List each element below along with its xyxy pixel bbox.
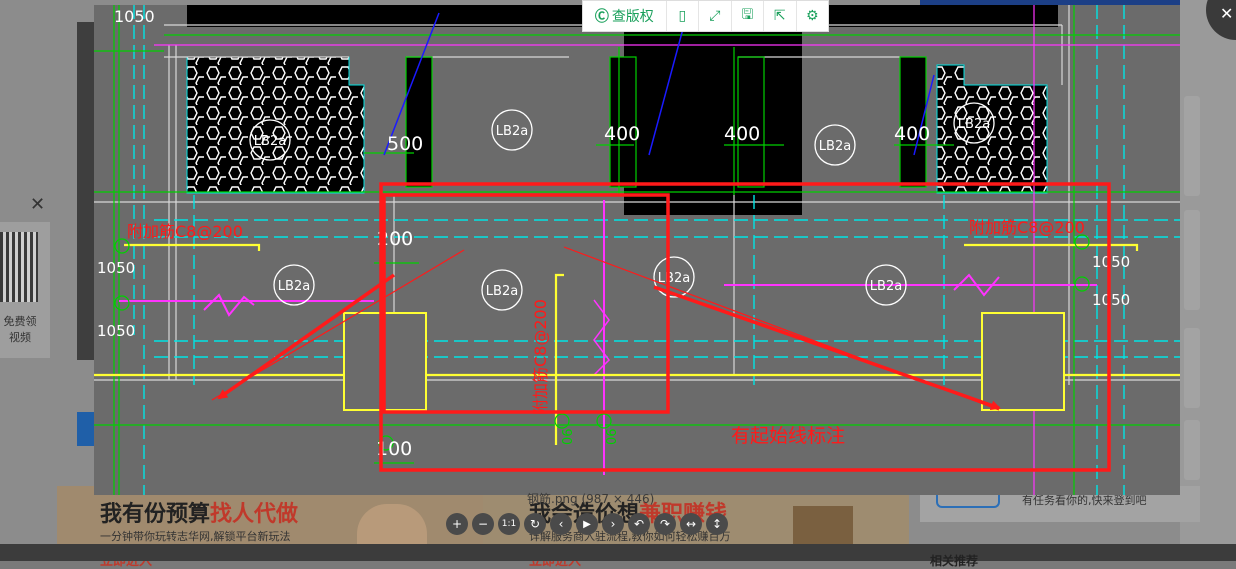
- qr-text: 免费领视频: [3, 315, 37, 344]
- zoom-in-button[interactable]: +: [446, 513, 468, 535]
- slab-label: LB2a: [486, 284, 518, 299]
- rebar-note: 附加筋C8@200: [531, 299, 550, 415]
- dim-text: 400: [894, 123, 930, 145]
- dim-text: 1050: [1092, 253, 1130, 271]
- dim-text: 400: [604, 123, 640, 145]
- play-icon: ▶: [583, 518, 591, 530]
- qr-code-icon: [0, 232, 38, 302]
- slab-label: LB2a: [958, 117, 990, 132]
- qr-close-icon[interactable]: ✕: [30, 194, 45, 215]
- right-card: [1184, 328, 1200, 408]
- undo-icon: ↶: [633, 517, 645, 531]
- rebar-note: 附加筋C8@200: [969, 218, 1085, 237]
- flip-horizontal-button[interactable]: ↔: [680, 513, 702, 535]
- rotate-icon: ↻: [529, 517, 541, 531]
- zoom-out-icon: −: [477, 517, 489, 531]
- undo-button[interactable]: ↶: [628, 513, 650, 535]
- right-card: [1184, 420, 1200, 480]
- hatched-region-left: [186, 56, 365, 194]
- dim-text: 1050: [97, 322, 135, 340]
- flip-vertical-icon: ↕: [711, 517, 723, 531]
- right-card: [1184, 96, 1200, 196]
- left-dark-strip: [77, 22, 95, 360]
- copyright-button[interactable]: Ⓒ 查版权: [583, 1, 667, 31]
- slab-label: LB2a: [496, 124, 528, 139]
- close-icon[interactable]: ✕: [1220, 4, 1233, 23]
- cad-drawing: LB2a LB2a LB2a LB2a LB2a LB2a LB2a LB2a …: [94, 5, 1180, 495]
- zoom-out-button[interactable]: −: [472, 513, 494, 535]
- flip-horizontal-icon: ↔: [685, 517, 697, 531]
- shaft-opening: [624, 25, 802, 215]
- save-icon: 🖫: [741, 7, 754, 23]
- zoom-in-icon: +: [451, 517, 463, 531]
- ad-subtitle: 一分钟带你玩转志华网,解锁平台新玩法: [100, 530, 291, 543]
- markup-annotation: 有起始线标注: [731, 425, 845, 447]
- slab-label: LB2a: [278, 279, 310, 294]
- copyright-icon: Ⓒ: [594, 9, 609, 25]
- dim-text: 400: [724, 123, 760, 145]
- fullscreen-button[interactable]: ⤢: [699, 1, 732, 31]
- slab-label: LB2a: [254, 134, 286, 149]
- previous-icon: ‹: [558, 517, 564, 531]
- rotate-button[interactable]: ↻: [524, 513, 546, 535]
- slab-label: LB2a: [870, 279, 902, 294]
- dim-text: 1050: [1092, 291, 1130, 309]
- settings-button[interactable]: ⚙: [797, 1, 828, 31]
- redo-icon: ↷: [659, 517, 671, 531]
- viewer-toolbar: Ⓒ 查版权 ▯ ⤢ 🖫 ⇱ ⚙: [582, 0, 829, 32]
- slab-label: LB2a: [819, 139, 851, 154]
- actual-size-icon: 1:1: [501, 519, 517, 529]
- dim-text: 1050: [114, 7, 155, 26]
- column-pocket: [406, 57, 432, 187]
- fullscreen-icon: ⤢: [709, 8, 721, 24]
- play-button[interactable]: ▶: [576, 513, 598, 535]
- redo-button[interactable]: ↷: [654, 513, 676, 535]
- phone-button[interactable]: ▯: [667, 1, 700, 31]
- rebar-note: 附加筋C8@200: [127, 222, 243, 241]
- file-label: 钢筋.png (987 × 446): [527, 492, 655, 506]
- left-blue-button[interactable]: [77, 412, 95, 446]
- flip-vertical-button[interactable]: ↕: [706, 513, 728, 535]
- share-icon: ⇱: [773, 8, 786, 24]
- next-icon: ›: [610, 517, 616, 531]
- small-label: 06: [605, 428, 620, 445]
- actual-size-button[interactable]: 1:1: [498, 513, 520, 535]
- ad-title: 我有份预算找人代做: [100, 502, 299, 527]
- next-button[interactable]: ›: [602, 513, 624, 535]
- save-button[interactable]: 🖫: [732, 1, 765, 31]
- previous-button[interactable]: ‹: [550, 513, 572, 535]
- phone-icon: ▯: [678, 8, 687, 24]
- share-button[interactable]: ⇱: [764, 1, 797, 31]
- top-beam: [187, 5, 624, 27]
- small-label: 06: [561, 428, 576, 445]
- viewer-controls: + − 1:1 ↻ ‹ ▶ › ↶ ↷ ↔ ↕: [446, 513, 728, 535]
- column-right: [981, 312, 1065, 411]
- settings-icon: ⚙: [805, 8, 819, 24]
- dim-text: 500: [387, 133, 423, 155]
- image-viewer[interactable]: LB2a LB2a LB2a LB2a LB2a LB2a LB2a LB2a …: [94, 5, 1180, 495]
- copyright-label: 查版权: [611, 9, 654, 25]
- top-beam: [802, 5, 1058, 27]
- dim-text: 1050: [97, 259, 135, 277]
- bottom-bar: [0, 544, 1236, 561]
- column-pocket: [738, 57, 764, 187]
- column-pocket: [610, 57, 636, 187]
- right-card: [1184, 210, 1200, 310]
